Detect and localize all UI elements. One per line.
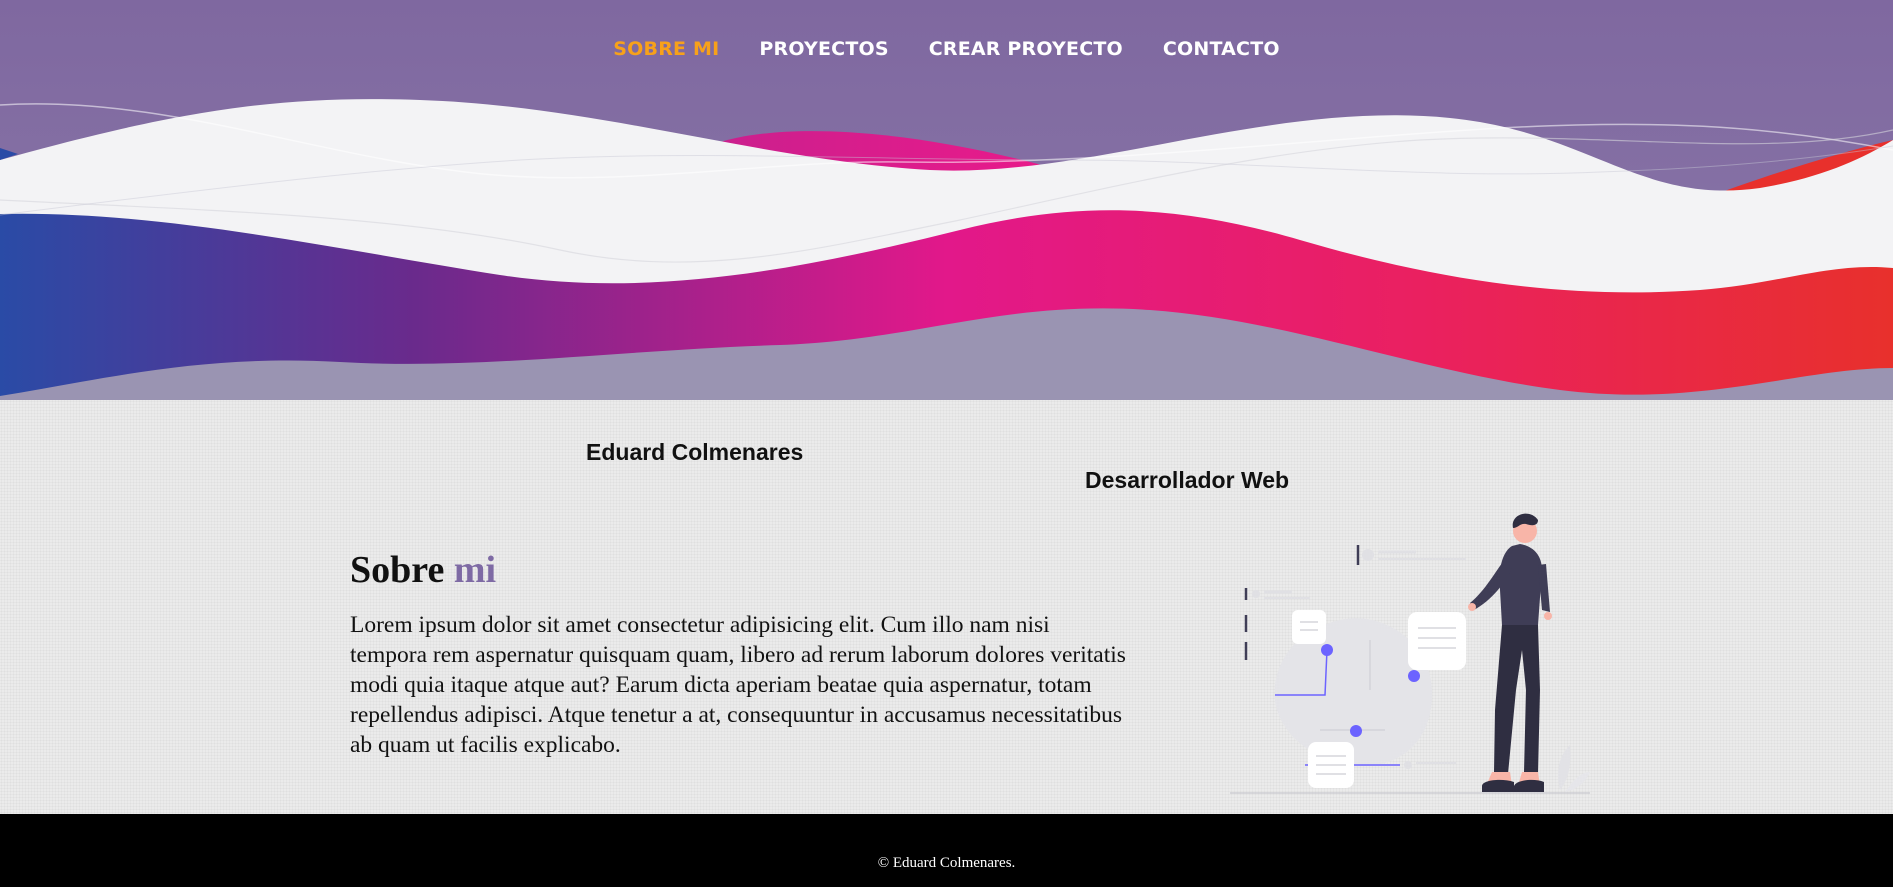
footer-copyright: © Eduard Colmenares. [877,855,1016,871]
about-title-word: Sobre [350,549,445,591]
hero-banner: SOBRE MI PROYECTOS CREAR PROYECTO CONTAC… [0,0,1893,400]
about-paragraph: Lorem ipsum dolor sit amet consectetur a… [350,612,1126,758]
profile-name: Eduard Colmenares [586,439,804,465]
profile-role: Desarrollador Web [1085,467,1290,493]
nav-contacto[interactable]: CONTACTO [1163,34,1280,64]
about-title: Sobre mi [350,548,496,592]
nav-sobre-mi[interactable]: SOBRE MI [613,34,719,64]
about-section: Eduard Colmenares Desarrollador Web Sobr… [0,400,1893,814]
about-title-accent: mi [453,549,497,591]
nav-proyectos[interactable]: PROYECTOS [759,34,888,64]
developer-illustration [1230,513,1590,794]
main-nav: SOBRE MI PROYECTOS CREAR PROYECTO CONTAC… [0,34,1893,64]
page-footer: © Eduard Colmenares. [0,814,1893,887]
nav-crear-proyecto[interactable]: CREAR PROYECTO [929,34,1123,64]
